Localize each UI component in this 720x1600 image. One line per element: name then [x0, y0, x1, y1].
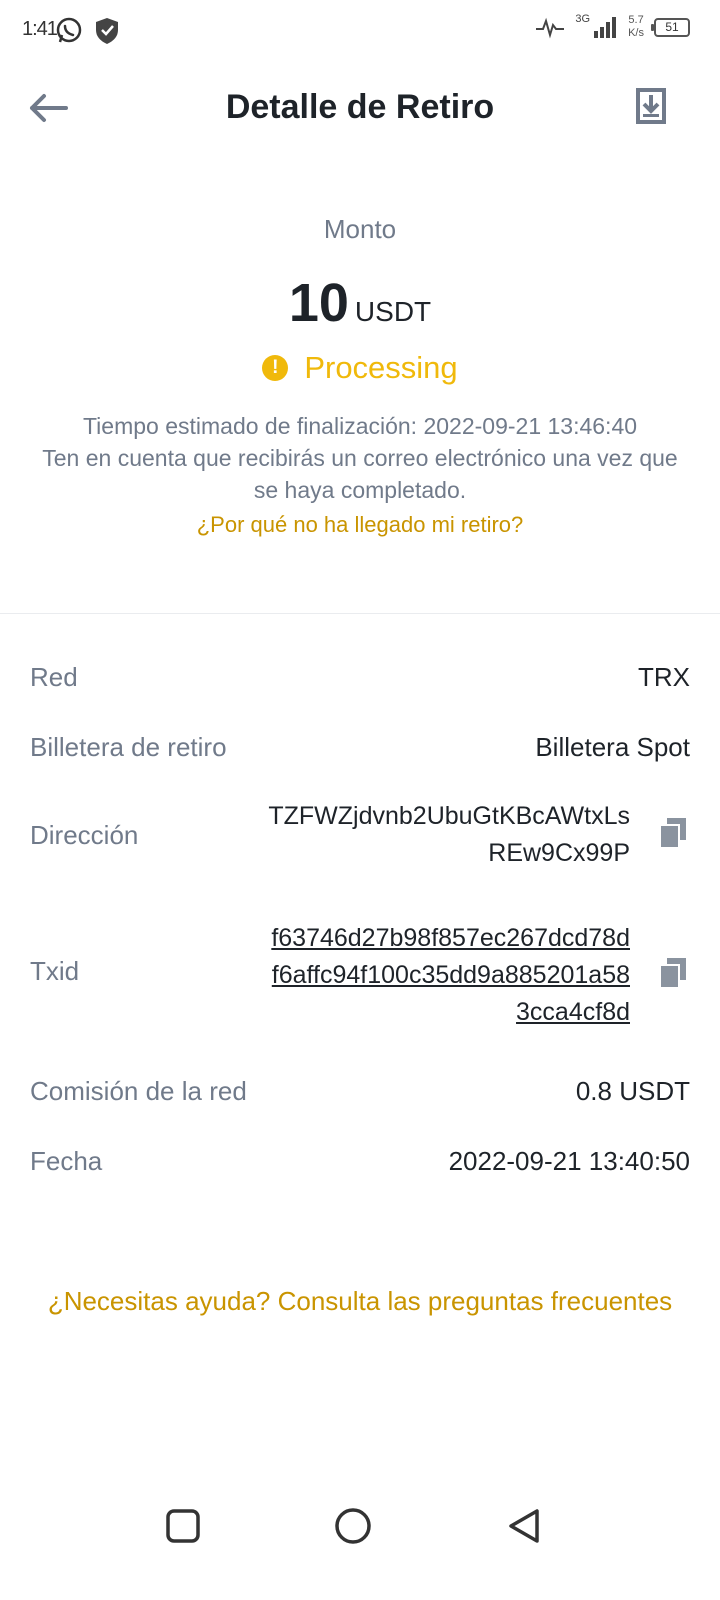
- home-button[interactable]: [331, 1505, 375, 1549]
- txid-line-1: f63746d27b98f857ec267dcd78d: [271, 924, 630, 952]
- wallet-value: Billetera Spot: [535, 732, 690, 762]
- circle-icon: [335, 1508, 371, 1544]
- network-value: TRX: [638, 662, 690, 692]
- status-bar: 1:41 3G 5.7 K/s 51: [0, 0, 720, 62]
- copy-address-button[interactable]: [658, 816, 688, 850]
- detail-row-txid: Txid f63746d27b98f857ec267dcd78d f6affc9…: [30, 920, 690, 1032]
- address-line-2: REw9Cx99P: [488, 839, 630, 867]
- detail-row-fee: Comisión de la red 0.8 USDT: [30, 1076, 690, 1112]
- date-value: 2022-09-21 13:40:50: [448, 1146, 690, 1176]
- detail-row-wallet: Billetera de retiro Billetera Spot: [30, 732, 690, 768]
- status-indicators: 3G 5.7 K/s 51: [535, 13, 690, 40]
- amount-unit: USDT: [354, 296, 432, 327]
- network-speed-unit: K/s: [628, 27, 644, 39]
- why-not-arrived-link[interactable]: ¿Por qué no ha llegado mi retiro?: [0, 512, 720, 538]
- back-nav-button[interactable]: [503, 1505, 547, 1549]
- fee-label: Comisión de la red: [30, 1076, 247, 1106]
- network-speed-value: 5.7: [628, 14, 644, 26]
- amount: 10 USDT: [0, 272, 720, 334]
- status-text: Processing: [304, 350, 458, 385]
- address-line-1: TZFWZjdvnb2UbuGtKBcAWtxLs: [268, 802, 630, 830]
- square-icon: [166, 1509, 200, 1543]
- shield-icon: [96, 18, 118, 44]
- navigation-bar: [0, 1505, 720, 1565]
- txid-line-2: f6affc94f100c35dd9a885201a58: [271, 961, 630, 989]
- page-title: Detalle de Retiro: [225, 88, 495, 126]
- exclamation-circle-icon: !: [262, 355, 289, 381]
- help-faq-link[interactable]: ¿Necesitas ayuda? Consulta las preguntas…: [0, 1286, 720, 1317]
- triangle-back-icon: [509, 1509, 539, 1543]
- status-row: ! Processing: [0, 350, 720, 386]
- copy-icon: [659, 818, 686, 849]
- amount-label: Monto: [323, 214, 397, 244]
- txid-label: Txid: [30, 956, 80, 986]
- email-notice: Ten en cuenta que recibirás un correo el…: [42, 445, 678, 503]
- txid-line-3: 3cca4cf8d: [516, 998, 630, 1026]
- detail-row-network: Red TRX: [30, 662, 690, 698]
- detail-row-address: Dirección TZFWZjdvnb2UbuGtKBcAWtxLs REw9…: [30, 798, 690, 878]
- txid-link[interactable]: f63746d27b98f857ec267dcd78d f6affc94f100…: [271, 920, 630, 1031]
- fee-value: 0.8 USDT: [575, 1076, 690, 1106]
- divider: [0, 613, 720, 614]
- header: Detalle de Retiro: [0, 70, 720, 150]
- activity-icon: [536, 17, 565, 39]
- network-speed: 5.7 K/s: [628, 14, 644, 40]
- amount-value: 10: [288, 273, 349, 333]
- info-text: Tiempo estimado de finalización: 2022-09…: [40, 410, 680, 506]
- recent-apps-button[interactable]: [162, 1505, 206, 1549]
- copy-txid-button[interactable]: [658, 956, 688, 990]
- date-label: Fecha: [30, 1146, 103, 1176]
- status-time: 1:41: [22, 18, 58, 40]
- whatsapp-icon: [56, 17, 82, 43]
- network-type: 3G: [575, 13, 591, 25]
- download-button[interactable]: [634, 86, 668, 126]
- battery-icon: 51: [651, 17, 690, 37]
- detail-row-date: Fecha 2022-09-21 13:40:50: [30, 1146, 690, 1182]
- battery-level: 51: [665, 20, 679, 34]
- address-value: TZFWZjdvnb2UbuGtKBcAWtxLs REw9Cx99P: [268, 798, 630, 872]
- wallet-label: Billetera de retiro: [30, 732, 227, 762]
- network-label: Red: [30, 662, 78, 692]
- estimated-time: Tiempo estimado de finalización: 2022-09…: [82, 413, 638, 439]
- address-label: Dirección: [30, 820, 139, 850]
- signal-icon: [594, 17, 617, 38]
- download-icon: [636, 88, 666, 124]
- copy-icon: [659, 958, 686, 989]
